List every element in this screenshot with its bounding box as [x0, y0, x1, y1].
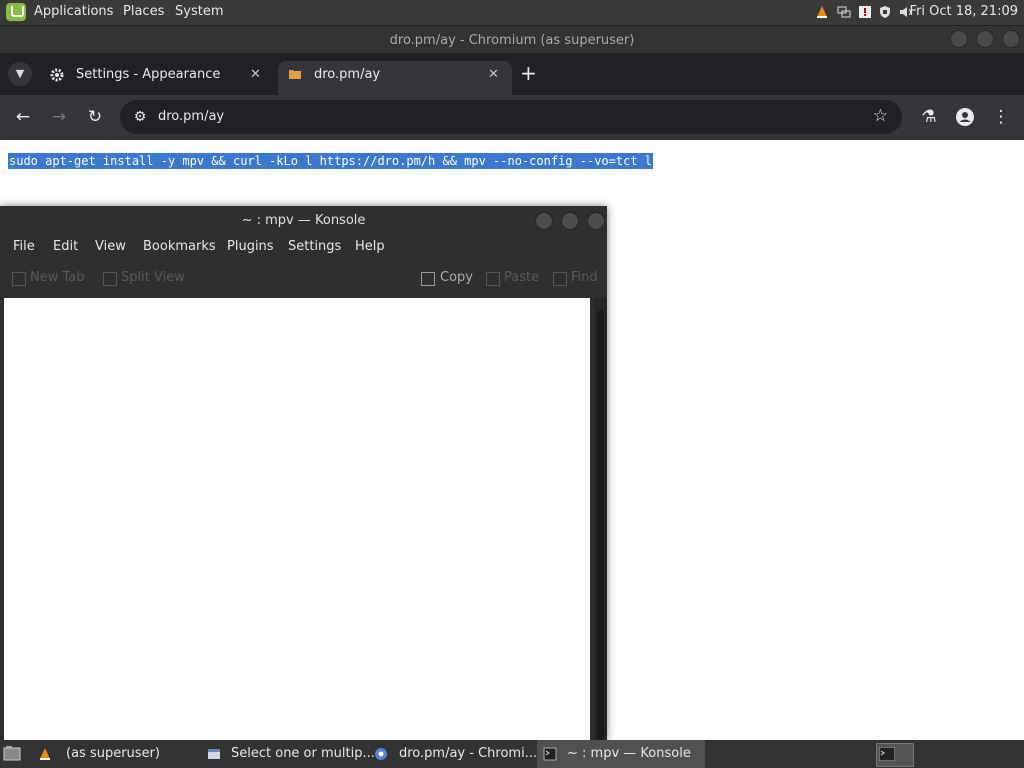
- terminal-icon: [543, 747, 557, 761]
- split-view-button[interactable]: Split View: [121, 270, 185, 285]
- task-label: dro.pm/ay - Chromi...: [399, 746, 538, 761]
- site-info-icon[interactable]: ⚙: [130, 107, 150, 127]
- copy-button[interactable]: Copy: [440, 270, 473, 285]
- chromium-icon: [375, 748, 387, 760]
- labs-flask-icon[interactable]: ⚗: [918, 106, 940, 128]
- menu-file[interactable]: File: [13, 239, 35, 254]
- menu-kebab-icon[interactable]: ⋮: [990, 106, 1012, 128]
- places-menu[interactable]: Places: [123, 4, 164, 19]
- tab-settings-appearance[interactable]: Settings - Appearance ✕: [40, 61, 276, 95]
- window-icon: [208, 749, 220, 759]
- selected-command-text[interactable]: sudo apt-get install -y mpv && curl -kLo…: [8, 153, 653, 169]
- konsole-title: ~ : mpv — Konsole: [241, 213, 366, 228]
- menu-bookmarks[interactable]: Bookmarks: [143, 239, 216, 254]
- show-desktop-icon[interactable]: [3, 745, 21, 761]
- url-text[interactable]: dro.pm/ay: [158, 109, 224, 124]
- gear-icon: [50, 68, 64, 82]
- konsole-menubar: File Edit View Bookmarks Plugins Setting…: [0, 236, 607, 260]
- split-view-icon: [103, 272, 117, 286]
- mpv-video-output: [4, 298, 590, 740]
- find-button[interactable]: Find: [571, 270, 598, 285]
- forward-icon[interactable]: →: [48, 106, 70, 128]
- menu-help[interactable]: Help: [355, 239, 385, 254]
- reload-icon[interactable]: ↻: [84, 106, 106, 128]
- menu-settings[interactable]: Settings: [288, 239, 341, 254]
- tab-strip: ▼ Settings - Appearance ✕ dro.pm/ay ✕ +: [0, 53, 1024, 95]
- copy-icon: [421, 272, 435, 286]
- scrollbar-thumb[interactable]: [597, 310, 604, 740]
- terminal-area[interactable]: [4, 298, 590, 740]
- task-label: Select one or multip...: [231, 746, 375, 761]
- workspace-terminal-icon: [879, 747, 895, 761]
- browser-toolbar: ← → ↻ ⚙ dro.pm/ay ☆ ⚗ ⋮: [0, 95, 1024, 140]
- task-label: ~ : mpv — Konsole: [567, 746, 691, 761]
- bookmark-star-icon[interactable]: ☆: [873, 106, 888, 126]
- task-vlc[interactable]: (as superuser): [38, 740, 198, 768]
- folder-icon: [289, 70, 301, 79]
- workspace-switcher[interactable]: [876, 743, 914, 767]
- network-icon[interactable]: [837, 5, 851, 19]
- omnibox[interactable]: ⚙ dro.pm/ay ☆: [120, 100, 902, 134]
- task-select-dialog[interactable]: Select one or multip...: [207, 740, 375, 768]
- tab-label: Settings - Appearance: [76, 67, 221, 82]
- konsole-maximize-button[interactable]: [561, 212, 579, 230]
- update-icon[interactable]: [858, 5, 872, 19]
- task-chromium[interactable]: dro.pm/ay - Chromi...: [374, 740, 538, 768]
- back-icon[interactable]: ←: [12, 106, 34, 128]
- window-title: dro.pm/ay - Chromium (as superuser): [389, 33, 635, 48]
- konsole-minimize-button[interactable]: [535, 212, 553, 230]
- new-tab-button[interactable]: New Tab: [30, 270, 85, 285]
- konsole-titlebar[interactable]: ~ : mpv — Konsole: [0, 206, 607, 236]
- menu-edit[interactable]: Edit: [53, 239, 78, 254]
- tab-dro-pm[interactable]: dro.pm/ay ✕: [278, 61, 512, 95]
- paste-button[interactable]: Paste: [504, 270, 539, 285]
- konsole-toolbar: New Tab Split View Copy Paste Find: [0, 263, 607, 295]
- system-menu[interactable]: System: [175, 4, 223, 19]
- tab-search-button[interactable]: ▼: [8, 62, 32, 86]
- minimize-button[interactable]: [950, 30, 968, 48]
- bottom-taskbar: (as superuser) Select one or multip... d…: [0, 740, 1024, 768]
- chromium-titlebar: dro.pm/ay - Chromium (as superuser): [0, 25, 1024, 54]
- konsole-window[interactable]: ~ : mpv — Konsole File Edit View Bookmar…: [0, 206, 607, 740]
- menu-plugins[interactable]: Plugins: [227, 239, 274, 254]
- new-tab-icon: [12, 272, 26, 286]
- mint-menu-icon[interactable]: [6, 3, 26, 21]
- top-panel: Applications Places System Fri Oct 18, 2…: [0, 0, 1024, 25]
- tab-label: dro.pm/ay: [314, 67, 381, 82]
- applications-menu[interactable]: Applications: [34, 4, 113, 19]
- clock[interactable]: Fri Oct 18, 21:09: [909, 4, 1018, 19]
- vlc-icon[interactable]: [815, 5, 829, 19]
- paste-icon: [486, 272, 500, 286]
- menu-view[interactable]: View: [95, 239, 126, 254]
- vlc-icon: [40, 748, 50, 760]
- task-konsole[interactable]: ~ : mpv — Konsole: [537, 740, 705, 768]
- close-window-button[interactable]: [1002, 30, 1020, 48]
- shield-icon[interactable]: [878, 5, 892, 19]
- profile-icon[interactable]: [955, 107, 975, 127]
- konsole-close-button[interactable]: [587, 212, 605, 230]
- new-tab-button[interactable]: +: [520, 63, 537, 83]
- find-icon: [553, 272, 567, 286]
- tab-close-icon[interactable]: ✕: [488, 61, 499, 89]
- maximize-button[interactable]: [976, 30, 994, 48]
- tab-close-icon[interactable]: ✕: [250, 61, 261, 89]
- task-label: (as superuser): [66, 746, 160, 761]
